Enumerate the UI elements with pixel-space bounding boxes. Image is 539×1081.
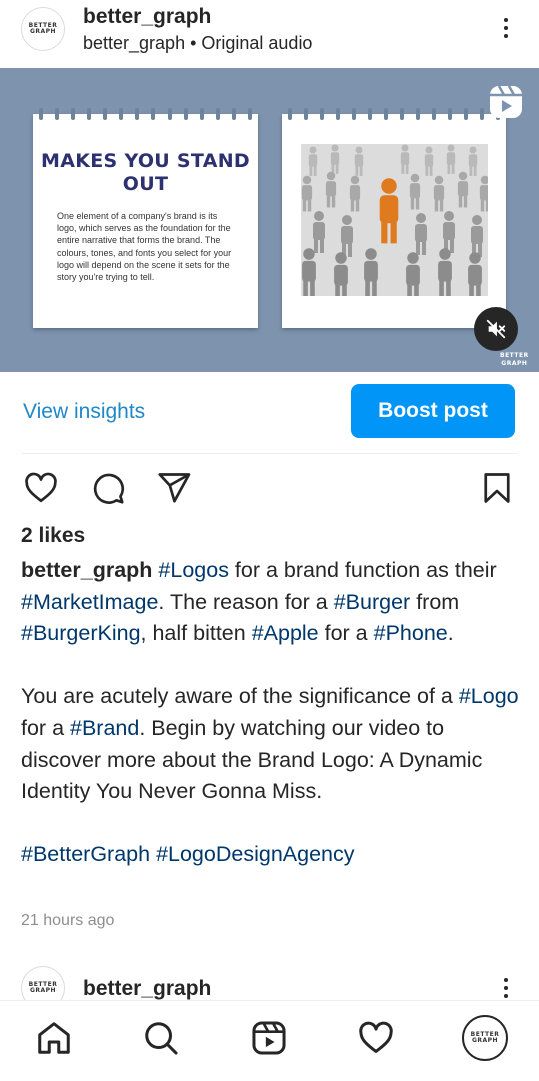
- caption-text: from: [410, 589, 460, 614]
- post-author-avatar[interactable]: BETTER GRAPH: [21, 7, 65, 51]
- likes-count[interactable]: 2 likes: [21, 524, 85, 548]
- next-post-options-button[interactable]: [494, 978, 518, 1002]
- slide-text-card: MAKES YOU STAND OUT One element of a com…: [33, 108, 258, 328]
- post-media[interactable]: MAKES YOU STAND OUT One element of a com…: [0, 68, 539, 372]
- search-icon: [145, 1022, 178, 1055]
- share-button[interactable]: [155, 470, 193, 511]
- slide-body-text: One element of a company's brand is its …: [57, 211, 232, 283]
- tab-home[interactable]: [35, 1019, 73, 1062]
- caption-username[interactable]: better_graph: [21, 558, 152, 582]
- insights-divider: [21, 453, 517, 454]
- caption-text: . The reason for a: [158, 589, 334, 614]
- post-author-username[interactable]: better_graph: [83, 5, 211, 29]
- caption-paragraph-1: better_graph #Logos for a brand function…: [21, 555, 521, 650]
- tab-search[interactable]: [142, 1019, 180, 1062]
- caption-text: , half bitten: [140, 621, 252, 646]
- hashtag-link[interactable]: #Logos: [158, 558, 229, 582]
- slide-image-card: [282, 108, 506, 328]
- post-audio-subline[interactable]: better_graph • Original audio: [83, 33, 312, 54]
- hashtag-link[interactable]: #BurgerKing: [21, 621, 141, 645]
- share-icon: [158, 473, 191, 503]
- hashtag-link[interactable]: #MarketImage: [21, 590, 158, 614]
- caption-text: for a: [21, 715, 70, 740]
- activity-heart-icon: [359, 1021, 393, 1053]
- reels-icon: [488, 84, 524, 120]
- hashtag-link[interactable]: #LogoDesignAgency: [156, 842, 354, 866]
- view-insights-link[interactable]: View insights: [23, 400, 145, 424]
- caption-text: for a: [318, 621, 374, 646]
- hashtag-link[interactable]: #Apple: [252, 621, 319, 645]
- caption-text: for a brand function as their: [228, 558, 497, 582]
- mute-toggle-button[interactable]: [474, 307, 518, 351]
- hashtag-link[interactable]: #BetterGraph: [21, 842, 150, 866]
- comment-icon: [93, 473, 125, 504]
- brand-watermark: BETTER GRAPH: [500, 352, 529, 367]
- caption-paragraph-3: #BetterGraph #LogoDesignAgency: [21, 839, 521, 871]
- caption-paragraph-2: You are acutely aware of the significanc…: [21, 681, 521, 807]
- hashtag-link[interactable]: #Brand: [70, 716, 139, 740]
- hashtag-link[interactable]: #Logo: [459, 684, 519, 708]
- hashtag-link[interactable]: #Burger: [334, 590, 411, 614]
- speaker-muted-icon: [486, 319, 506, 339]
- tab-profile[interactable]: BETTER GRAPH: [462, 1015, 508, 1061]
- home-icon: [38, 1022, 70, 1054]
- post-caption: better_graph #Logos for a brand function…: [21, 555, 521, 871]
- next-post-username[interactable]: better_graph: [83, 977, 211, 1001]
- bottom-tab-bar: BETTER GRAPH: [0, 1000, 539, 1081]
- tab-activity[interactable]: [357, 1019, 395, 1062]
- bookmark-icon: [484, 473, 510, 503]
- boost-post-button[interactable]: Boost post: [351, 384, 515, 438]
- comment-button[interactable]: [89, 470, 127, 511]
- heart-icon: [25, 472, 57, 503]
- hashtag-link[interactable]: #Phone: [374, 621, 448, 645]
- caption-text: .: [447, 621, 454, 646]
- caption-text: You are acutely aware of the significanc…: [21, 684, 459, 709]
- post-timestamp: 21 hours ago: [21, 912, 115, 929]
- slide-title: MAKES YOU STAND OUT: [41, 150, 250, 195]
- save-button[interactable]: [479, 470, 515, 511]
- post-options-button[interactable]: [494, 18, 518, 42]
- reels-icon: [252, 1021, 286, 1055]
- tab-reels[interactable]: [250, 1019, 288, 1062]
- like-button[interactable]: [22, 470, 60, 511]
- crowd-illustration: [301, 144, 488, 296]
